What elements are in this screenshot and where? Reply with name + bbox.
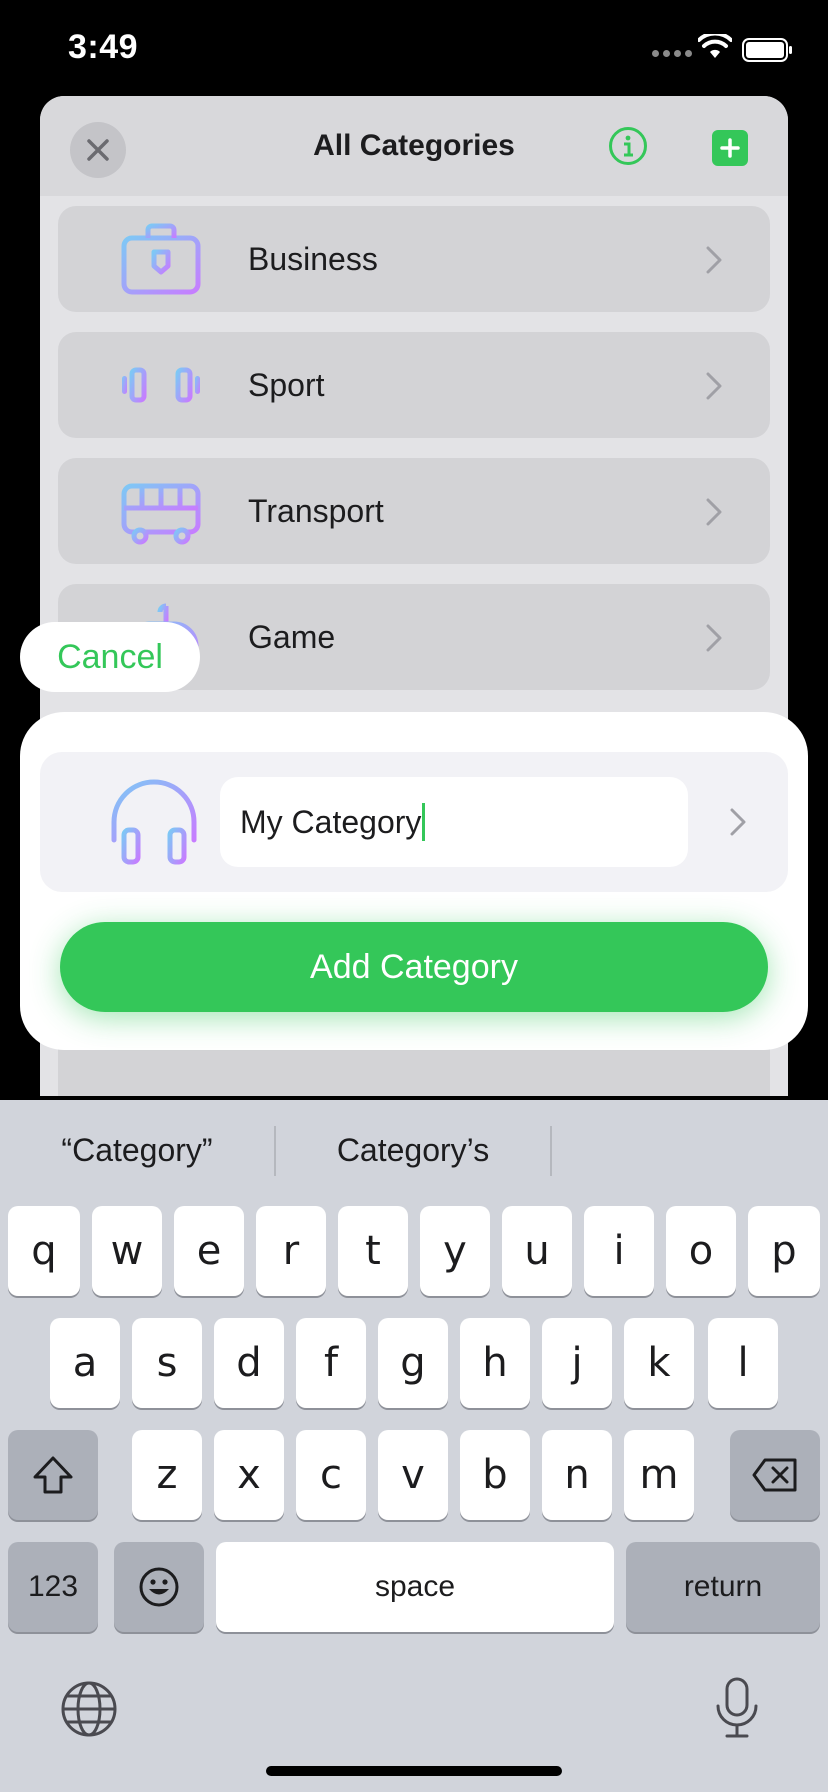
category-name-input[interactable]: My Category <box>220 777 688 867</box>
category-label: Transport <box>248 493 384 529</box>
key-e[interactable]: e <box>174 1206 244 1296</box>
key-w[interactable]: w <box>92 1206 162 1296</box>
keyboard: “Category” Category’s q w e r t y u i o … <box>0 1100 828 1792</box>
add-category-card: My Category Add Category <box>20 712 808 1050</box>
dumbbell-icon <box>122 367 200 403</box>
key-s[interactable]: s <box>132 1318 202 1408</box>
key-r[interactable]: r <box>256 1206 326 1296</box>
headphones-icon[interactable] <box>108 778 200 868</box>
emoji-key[interactable] <box>114 1542 204 1632</box>
home-indicator <box>266 1766 562 1776</box>
key-b[interactable]: b <box>460 1430 530 1520</box>
category-row-business[interactable]: Business <box>58 206 770 312</box>
microphone-icon[interactable] <box>712 1676 762 1740</box>
category-label: Game <box>248 619 336 655</box>
info-icon[interactable] <box>608 126 648 166</box>
status-time: 3:49 <box>68 28 139 66</box>
key-f[interactable]: f <box>296 1318 366 1408</box>
key-u[interactable]: u <box>502 1206 572 1296</box>
globe-icon[interactable] <box>60 1680 118 1738</box>
cellular-signal-icon <box>652 50 692 57</box>
chevron-right-icon <box>706 624 722 652</box>
battery-icon <box>742 38 792 62</box>
shift-icon <box>33 1456 73 1494</box>
chevron-right-icon <box>706 372 722 400</box>
category-name-value: My Category <box>240 803 422 840</box>
key-k[interactable]: k <box>624 1318 694 1408</box>
category-label: Sport <box>248 367 325 403</box>
chevron-right-icon[interactable] <box>730 808 746 836</box>
category-row-transport[interactable]: Transport <box>58 458 770 564</box>
suggestion-bar: “Category” Category’s <box>0 1100 828 1200</box>
shift-key[interactable] <box>8 1430 98 1520</box>
key-j[interactable]: j <box>542 1318 612 1408</box>
close-button[interactable] <box>70 122 126 178</box>
key-l[interactable]: l <box>708 1318 778 1408</box>
key-o[interactable]: o <box>666 1206 736 1296</box>
key-p[interactable]: p <box>748 1206 820 1296</box>
close-icon <box>87 139 109 161</box>
category-row-sport[interactable]: Sport <box>58 332 770 438</box>
key-v[interactable]: v <box>378 1430 448 1520</box>
suggestion-1[interactable]: “Category” <box>0 1100 274 1200</box>
delete-key[interactable] <box>730 1430 820 1520</box>
add-category-button[interactable]: Add Category <box>60 922 768 1012</box>
suggestion-2[interactable]: Category’s <box>276 1100 550 1200</box>
cancel-button[interactable]: Cancel <box>20 622 200 692</box>
sheet-header: All Categories <box>40 96 788 196</box>
category-label: Business <box>248 241 378 277</box>
return-key[interactable]: return <box>626 1542 820 1632</box>
new-category-entry: My Category <box>40 752 788 892</box>
page-title: All Categories <box>313 129 515 162</box>
add-category-icon-button[interactable] <box>712 130 748 166</box>
key-g[interactable]: g <box>378 1318 448 1408</box>
key-h[interactable]: h <box>460 1318 530 1408</box>
status-bar: 3:49 <box>0 0 828 96</box>
space-key[interactable]: space <box>216 1542 614 1632</box>
text-caret <box>422 803 426 841</box>
backspace-icon <box>752 1458 797 1492</box>
key-c[interactable]: c <box>296 1430 366 1520</box>
key-y[interactable]: y <box>420 1206 490 1296</box>
bus-icon <box>121 483 201 545</box>
key-n[interactable]: n <box>542 1430 612 1520</box>
key-z[interactable]: z <box>132 1430 202 1520</box>
key-q[interactable]: q <box>8 1206 80 1296</box>
emoji-icon <box>139 1567 179 1607</box>
key-i[interactable]: i <box>584 1206 654 1296</box>
key-t[interactable]: t <box>338 1206 408 1296</box>
chevron-right-icon <box>706 246 722 274</box>
chevron-right-icon <box>706 498 722 526</box>
key-m[interactable]: m <box>624 1430 694 1520</box>
wifi-icon <box>698 34 732 58</box>
key-x[interactable]: x <box>214 1430 284 1520</box>
key-a[interactable]: a <box>50 1318 120 1408</box>
plus-icon <box>720 138 740 158</box>
numbers-key[interactable]: 123 <box>8 1542 98 1632</box>
suggestion-divider <box>550 1126 552 1176</box>
briefcase-icon <box>121 223 201 295</box>
key-d[interactable]: d <box>214 1318 284 1408</box>
